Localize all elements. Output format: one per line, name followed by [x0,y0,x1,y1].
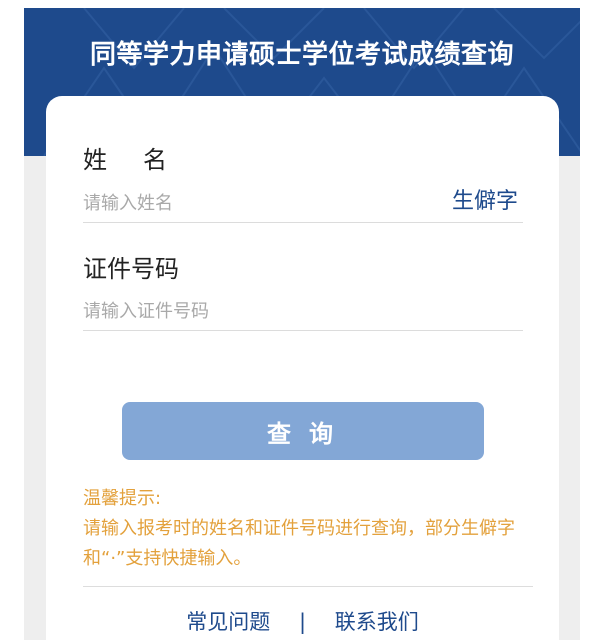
query-button[interactable]: 查询 [122,402,484,460]
tip-text: 请输入报考时的姓名和证件号码进行查询，部分生僻字和“·”支持快捷输入。 [83,518,515,569]
footer-links: 常见问题 | 联系我们 [46,606,559,636]
contact-link[interactable]: 联系我们 [335,610,419,634]
tip-title: 温馨提示: [83,488,162,509]
id-number-label: 证件号码 [83,255,179,283]
divider [83,586,533,587]
faq-link[interactable]: 常见问题 [186,610,270,634]
page-title: 同等学力申请硕士学位考试成绩查询 [89,40,514,70]
query-card: 姓名 生僻字 证件号码 查询 温馨提示: 请输入报考时的姓名和证件号码进行查询，… [46,96,559,640]
footer-separator: | [298,610,307,634]
name-label: 姓名 [83,146,203,174]
rare-char-button[interactable]: 生僻字 [452,183,518,215]
id-number-input[interactable] [83,292,523,331]
page: 同等学力申请硕士学位考试成绩查询 姓名 生僻字 证件号码 查询 温馨提示: 请输… [0,0,603,640]
